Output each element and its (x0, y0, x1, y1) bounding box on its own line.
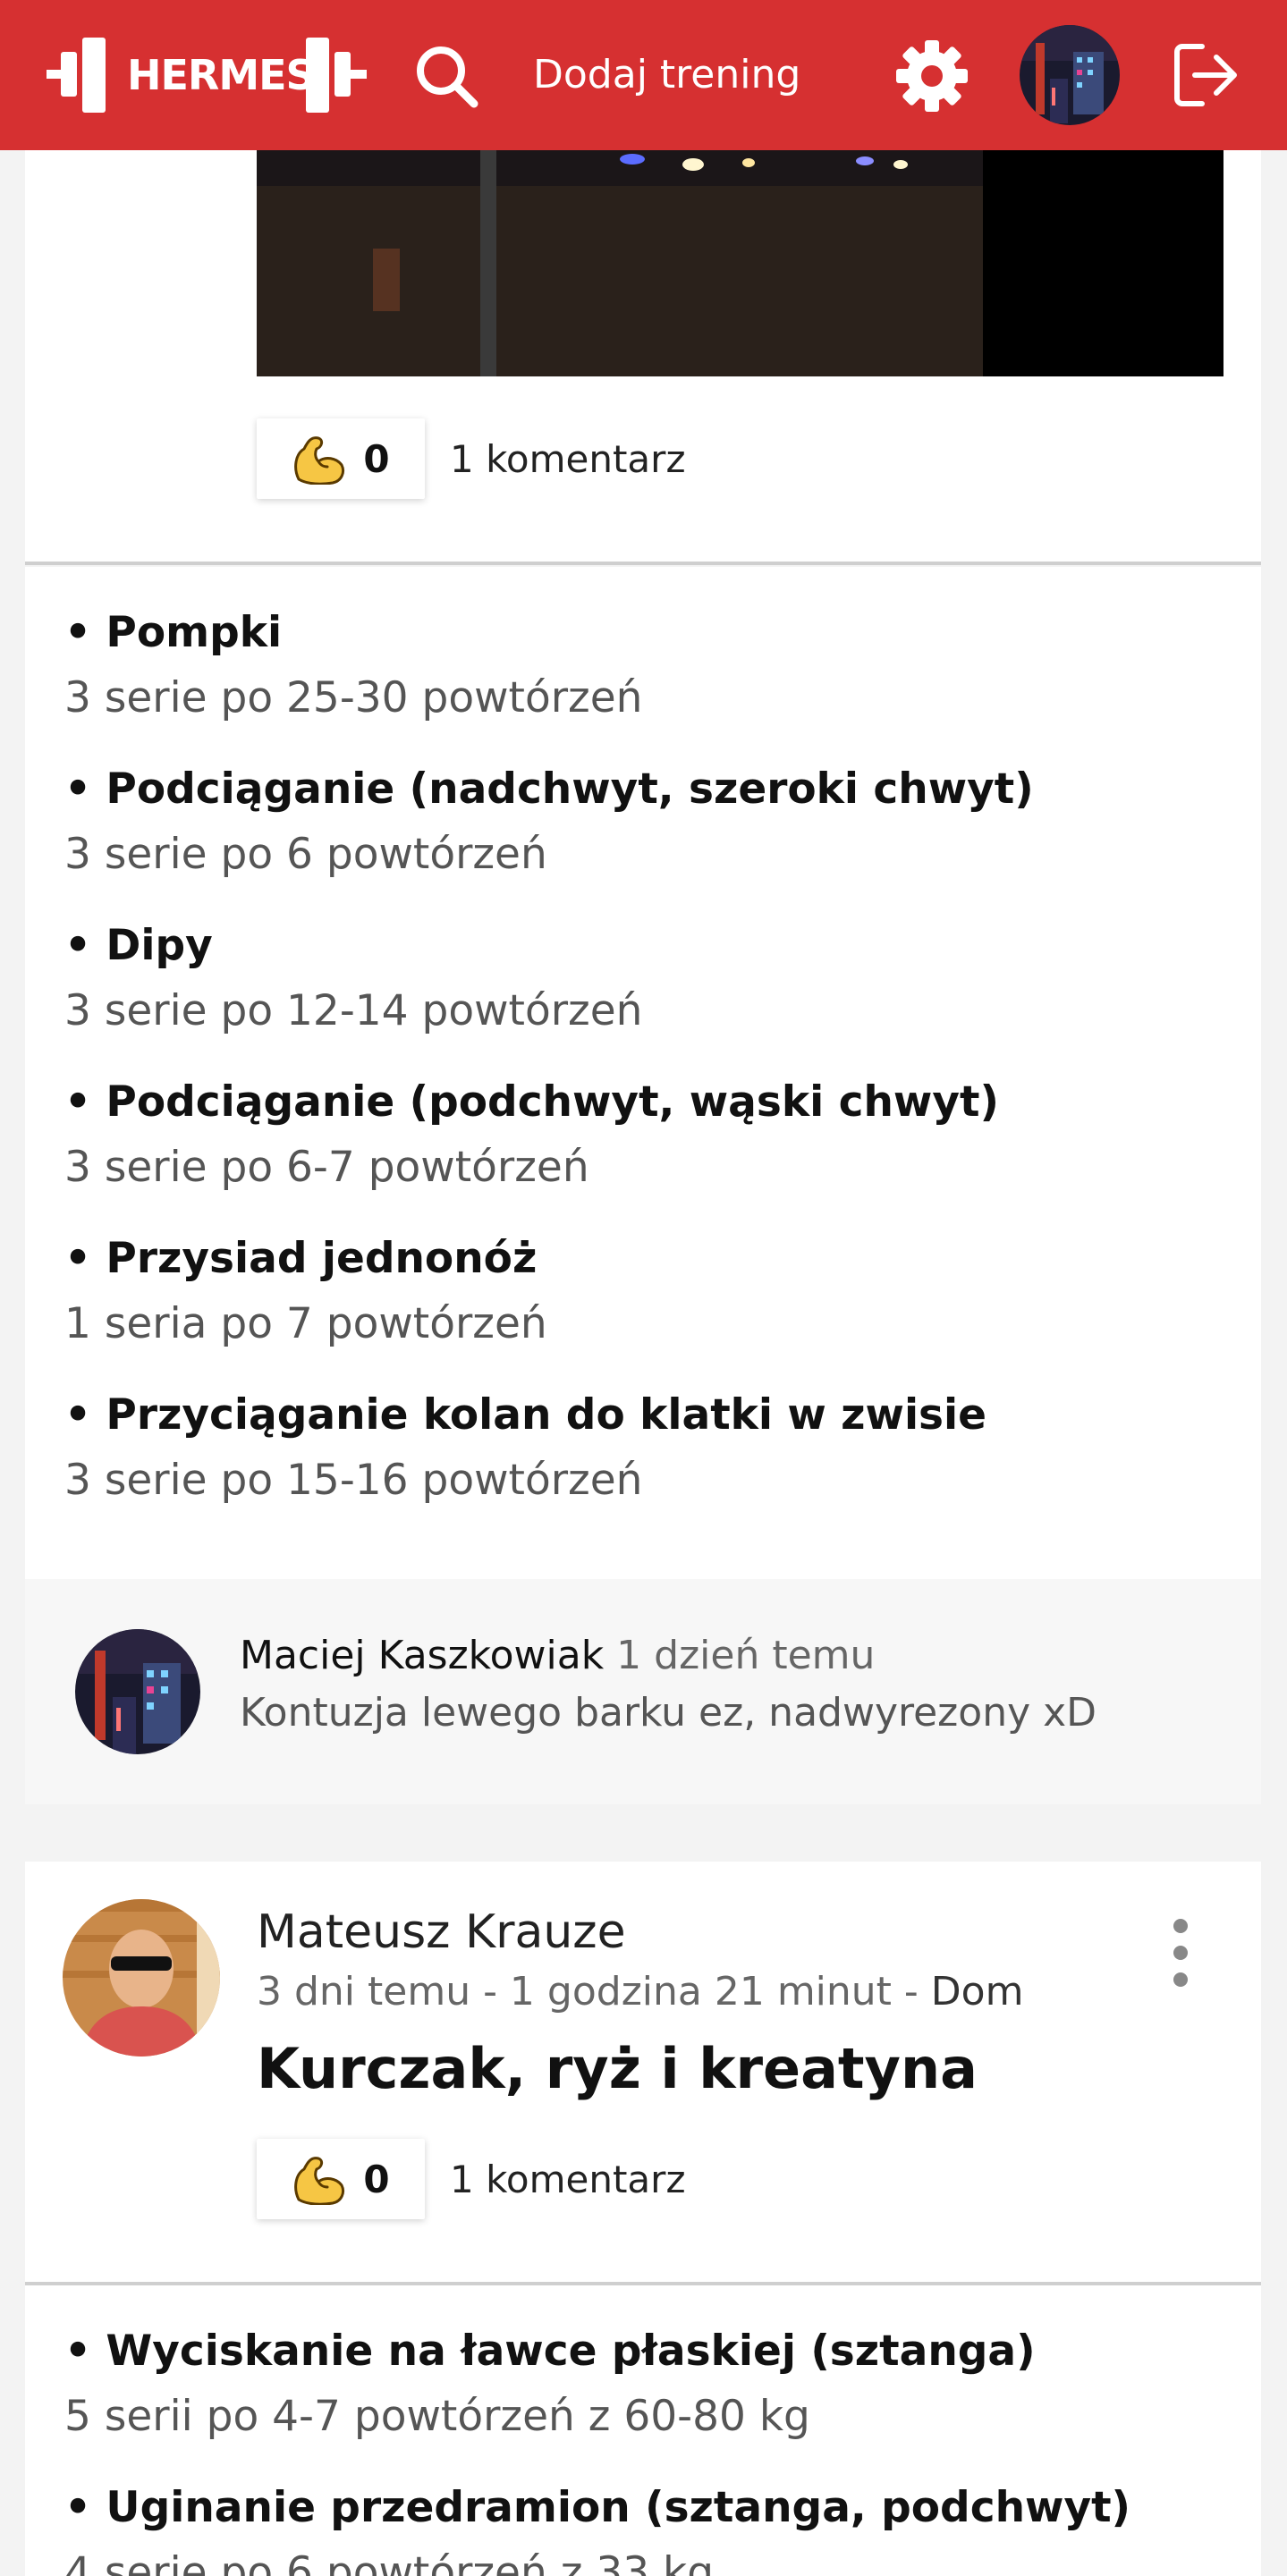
kebab-menu-icon[interactable] (1163, 1915, 1198, 1990)
add-training-link[interactable]: Dodaj trening (533, 50, 800, 100)
exercise-item: • Podciąganie (podchwyt, wąski chwyt) 3 … (64, 1076, 999, 1195)
post-photo[interactable] (257, 150, 1223, 376)
comment-text: Kontuzja lewego barku ez, nadwyrezony xD (240, 1690, 1097, 1736)
flexed-biceps-icon (294, 2157, 345, 2205)
card-divider (25, 562, 1261, 565)
user-avatar[interactable] (1020, 25, 1120, 125)
exercise-detail: 3 serie po 25-30 powtórzeń (64, 673, 643, 722)
hermes-logo[interactable]: HERMES (47, 34, 379, 116)
exercise-name: • Przysiad jednonóż (64, 1234, 538, 1283)
exercise-item: • Wyciskanie na ławce płaskiej (sztanga)… (64, 2325, 1036, 2444)
exercise-item: • Pompki 3 serie po 25-30 powtórzeń (64, 606, 642, 725)
author-avatar[interactable] (63, 1899, 220, 2057)
exercise-item: • Podciąganie (nadchwyt, szeroki chwyt) … (64, 763, 1034, 882)
comments-link[interactable]: 1 komentarz (450, 2158, 685, 2201)
logo-plate (82, 38, 106, 113)
top-navbar: HERMES Dodaj trening (0, 0, 1287, 150)
exercise-detail: 3 serie po 6-7 powtórzeń (64, 1143, 589, 1192)
exercise-detail: 4 serie po 6 powtórzeń z 33 kg (64, 2548, 715, 2576)
exercise-item: • Dipy 3 serie po 12-14 powtórzeń (64, 919, 642, 1038)
training-post: 0 1 komentarz (25, 150, 1261, 563)
like-button[interactable]: 0 (257, 418, 425, 499)
logo-plate (61, 52, 77, 97)
post-reactions: 0 1 komentarz (257, 2139, 685, 2219)
exercise-list: • Wyciskanie na ławce płaskiej (sztanga)… (25, 2285, 1261, 2576)
comments-link[interactable]: 1 komentarz (450, 437, 685, 481)
exercise-list: • Pompki 3 serie po 25-30 powtórzeń • Po… (25, 567, 1261, 1579)
post-title[interactable]: Kurczak, ryż i kreatyna (257, 2031, 978, 2107)
exercise-name: • Wyciskanie na ławce płaskiej (sztanga) (64, 2327, 1036, 2376)
exercise-detail: 5 serii po 4-7 powtórzeń z 60-80 kg (64, 2392, 810, 2441)
comment: Maciej Kaszkowiak 1 dzień temu Kontuzja … (25, 1579, 1261, 1804)
exercise-detail: 3 serie po 15-16 powtórzeń (64, 1456, 643, 1505)
exercise-detail: 1 seria po 7 powtórzeń (64, 1299, 547, 1348)
exercise-name: • Podciąganie (nadchwyt, szeroki chwyt) (64, 764, 1034, 814)
post-reactions: 0 1 komentarz (257, 418, 685, 499)
gear-icon[interactable] (894, 38, 969, 114)
commenter-avatar[interactable] (75, 1629, 200, 1754)
exercise-name: • Przyciąganie kolan do klatki w zwisie (64, 1390, 987, 1440)
exercise-name: • Dipy (64, 921, 213, 970)
post-author[interactable]: Mateusz Krauze (257, 1901, 626, 1964)
training-post: Mateusz Krauze 3 dni temu - 1 godzina 21… (25, 1862, 1261, 2284)
exercise-item: • Uginanie przedramion (sztanga, podchwy… (64, 2481, 1130, 2576)
post-meta: 3 dni temu - 1 godzina 21 minut - (257, 1969, 931, 2014)
exercise-item: • Przysiad jednonóż 1 seria po 7 powtórz… (64, 1232, 547, 1351)
logo-bar-left (47, 70, 61, 79)
search-icon[interactable] (413, 43, 479, 109)
exercise-name: • Pompki (64, 608, 283, 657)
logo-plate (306, 38, 329, 113)
exercise-name: • Podciąganie (podchwyt, wąski chwyt) (64, 1077, 999, 1127)
logo-plate (334, 52, 351, 97)
logo-text: HERMES (127, 51, 316, 99)
post-location: Dom (930, 1969, 1024, 2014)
like-count: 0 (363, 2157, 390, 2201)
exercise-detail: 3 serie po 12-14 powtórzeń (64, 986, 643, 1035)
exercise-item: • Przyciąganie kolan do klatki w zwisie … (64, 1389, 986, 1508)
like-count: 0 (363, 436, 390, 481)
comment-author[interactable]: Maciej Kaszkowiak (240, 1633, 604, 1678)
comment-time: 1 dzień temu (616, 1633, 876, 1678)
logout-icon[interactable] (1172, 41, 1243, 109)
flexed-biceps-icon (294, 436, 345, 485)
exercise-detail: 3 serie po 6 powtórzeń (64, 830, 547, 879)
like-button[interactable]: 0 (257, 2139, 425, 2219)
logo-bar-right (351, 70, 367, 79)
exercise-name: • Uginanie przedramion (sztanga, podchwy… (64, 2483, 1131, 2532)
